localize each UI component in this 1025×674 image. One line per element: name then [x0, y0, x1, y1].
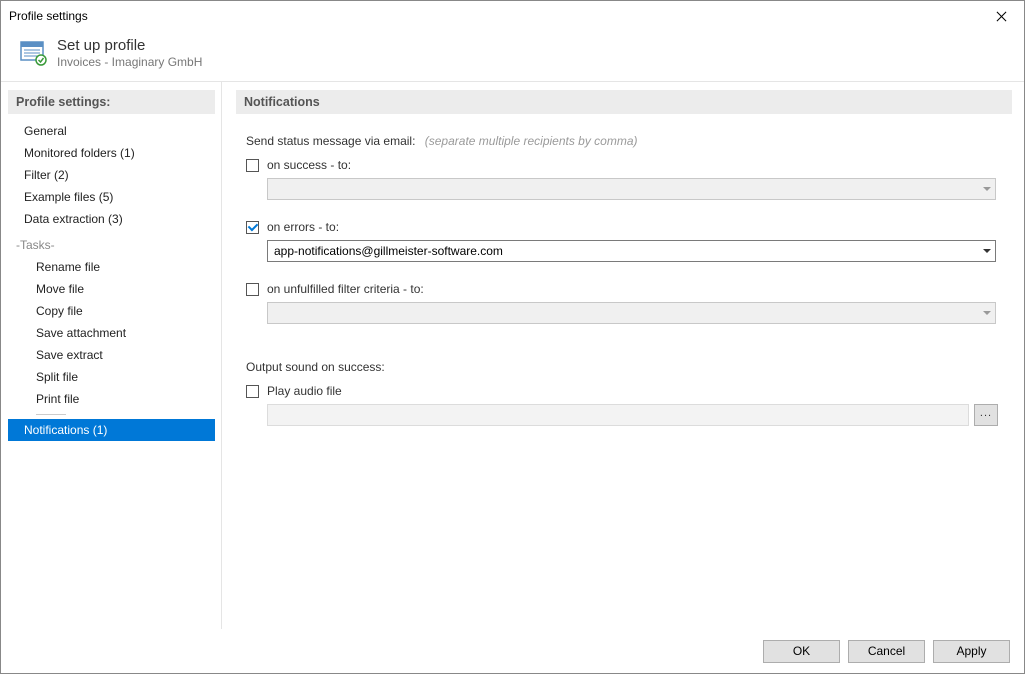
play-audio-row: Play audio file: [246, 384, 1012, 398]
success-check-row: on success - to:: [246, 158, 1012, 172]
on-unfulfilled-checkbox[interactable]: [246, 283, 259, 296]
unfulfilled-group: on unfulfilled filter criteria - to:: [246, 282, 1012, 324]
nav-filter[interactable]: Filter (2): [8, 164, 215, 186]
header-texts: Set up profile Invoices - Imaginary GmbH: [57, 37, 202, 69]
on-success-combo[interactable]: [267, 178, 996, 200]
play-audio-label: Play audio file: [267, 384, 342, 398]
audio-file-row: ...: [267, 404, 1012, 426]
errors-group: on errors - to: app-notifications@gillme…: [246, 220, 1012, 262]
nav-split-file[interactable]: Split file: [8, 366, 215, 388]
audio-file-input[interactable]: [267, 404, 969, 426]
nav-move-file[interactable]: Move file: [8, 278, 215, 300]
nav-copy-file[interactable]: Copy file: [8, 300, 215, 322]
profile-icon: [19, 39, 47, 67]
nav-print-file[interactable]: Print file: [8, 388, 215, 410]
titlebar: Profile settings: [1, 1, 1024, 31]
email-label-text: Send status message via email:: [246, 134, 415, 148]
on-errors-label: on errors - to:: [267, 220, 339, 234]
errors-check-row: on errors - to:: [246, 220, 1012, 234]
close-button[interactable]: [978, 1, 1024, 31]
apply-button[interactable]: Apply: [933, 640, 1010, 663]
header-section: Set up profile Invoices - Imaginary GmbH: [1, 31, 1024, 82]
on-unfulfilled-label: on unfulfilled filter criteria - to:: [267, 282, 424, 296]
content-header: Notifications: [236, 90, 1012, 114]
nav-example-files[interactable]: Example files (5): [8, 186, 215, 208]
close-icon: [996, 11, 1006, 21]
page-title: Set up profile: [57, 37, 202, 54]
nav-notifications[interactable]: Notifications (1): [8, 419, 215, 441]
on-success-checkbox[interactable]: [246, 159, 259, 172]
on-errors-value: app-notifications@gillmeister-software.c…: [274, 244, 503, 258]
ok-button[interactable]: OK: [763, 640, 840, 663]
on-errors-checkbox[interactable]: [246, 221, 259, 234]
email-section-label: Send status message via email: (separate…: [246, 134, 1012, 148]
nav-divider: [36, 414, 66, 415]
nav-save-attachment[interactable]: Save attachment: [8, 322, 215, 344]
nav-tasks-section: -Tasks-: [8, 234, 215, 256]
body: Profile settings: General Monitored fold…: [1, 82, 1024, 629]
sound-section: Output sound on success: Play audio file…: [246, 360, 1012, 426]
success-group: on success - to:: [246, 158, 1012, 200]
footer: OK Cancel Apply: [1, 629, 1024, 673]
content-inner: Send status message via email: (separate…: [236, 134, 1012, 426]
chevron-down-icon: [983, 187, 991, 191]
on-success-label: on success - to:: [267, 158, 351, 172]
nav-list: General Monitored folders (1) Filter (2)…: [8, 120, 215, 441]
chevron-down-icon: [983, 249, 991, 253]
on-unfulfilled-combo[interactable]: [267, 302, 996, 324]
play-audio-checkbox[interactable]: [246, 385, 259, 398]
sidebar: Profile settings: General Monitored fold…: [1, 82, 222, 629]
page-subtitle: Invoices - Imaginary GmbH: [57, 55, 202, 69]
nav-general[interactable]: General: [8, 120, 215, 142]
sound-section-label: Output sound on success:: [246, 360, 1012, 374]
unfulfilled-check-row: on unfulfilled filter criteria - to:: [246, 282, 1012, 296]
nav-data-extraction[interactable]: Data extraction (3): [8, 208, 215, 230]
window-title: Profile settings: [9, 9, 88, 23]
content-panel: Notifications Send status message via em…: [222, 82, 1024, 629]
profile-settings-window: Profile settings Set up profile Invoices…: [0, 0, 1025, 674]
email-hint: (separate multiple recipients by comma): [425, 134, 638, 148]
nav-rename-file[interactable]: Rename file: [8, 256, 215, 278]
cancel-button[interactable]: Cancel: [848, 640, 925, 663]
chevron-down-icon: [983, 311, 991, 315]
browse-button[interactable]: ...: [974, 404, 998, 426]
on-errors-combo[interactable]: app-notifications@gillmeister-software.c…: [267, 240, 996, 262]
nav-save-extract[interactable]: Save extract: [8, 344, 215, 366]
sidebar-header: Profile settings:: [8, 90, 215, 114]
nav-monitored-folders[interactable]: Monitored folders (1): [8, 142, 215, 164]
